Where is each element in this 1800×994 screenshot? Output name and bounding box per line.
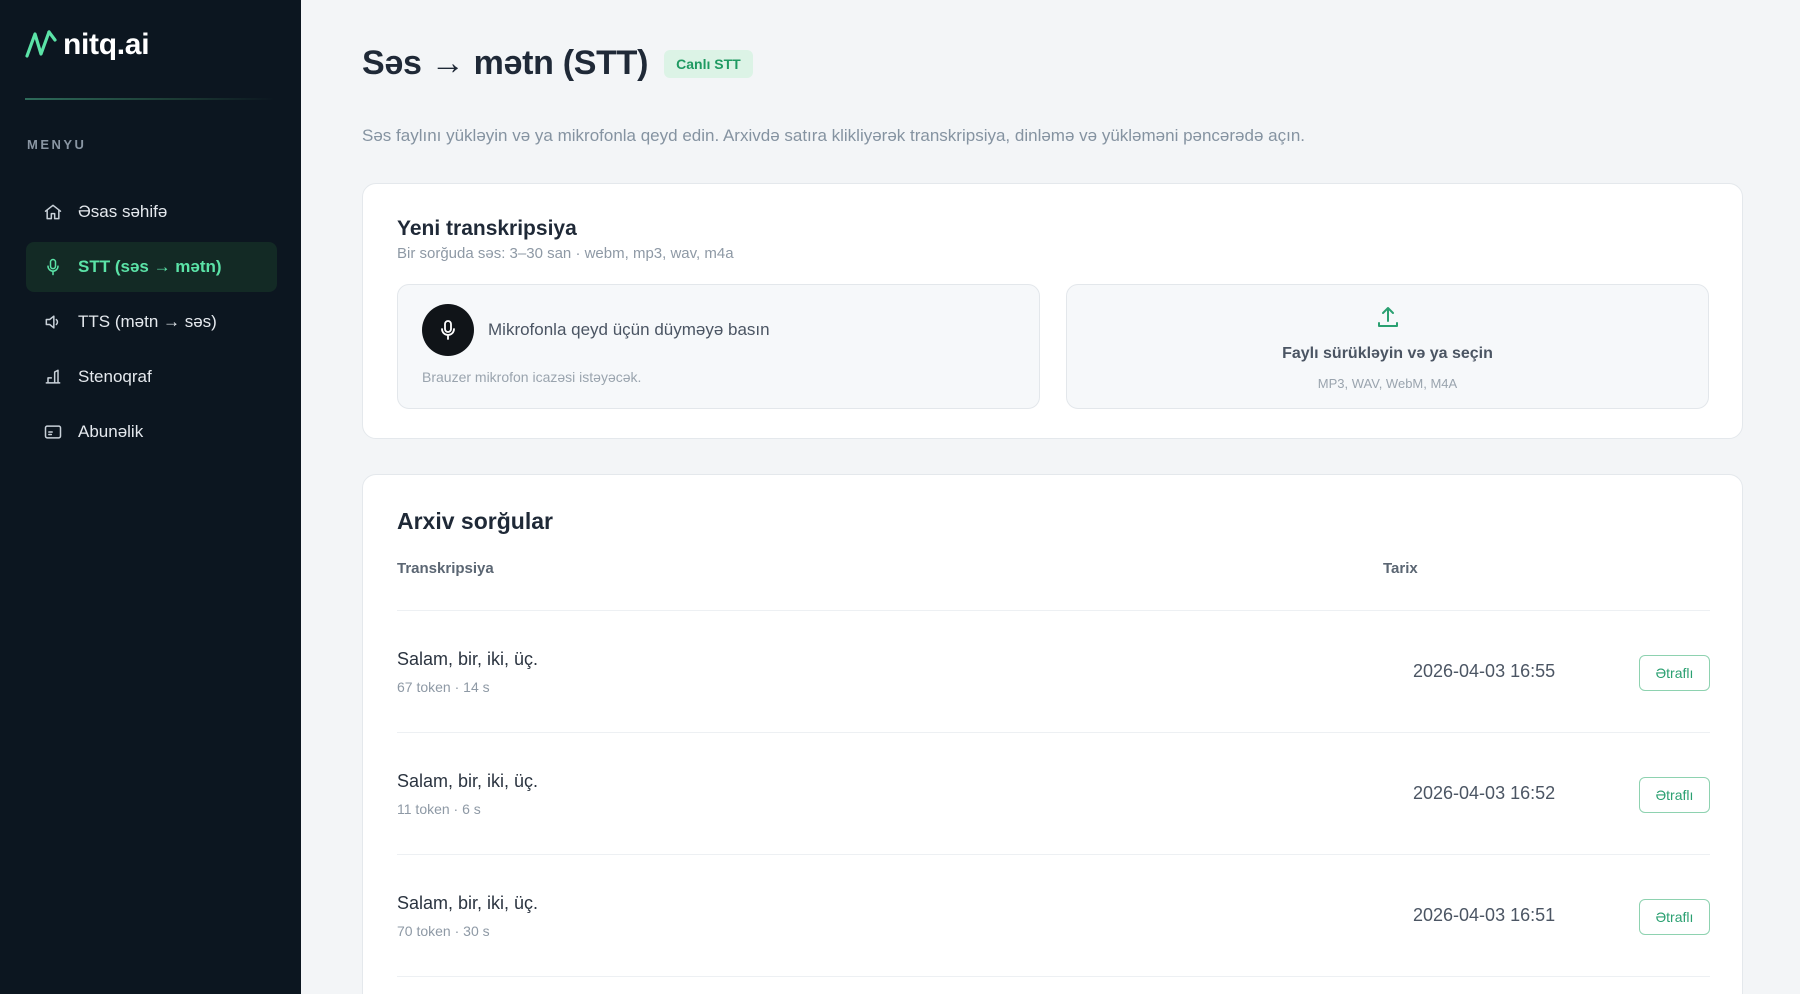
mic-permission-note: Brauzer mikrofon icazəsi istəyəcək.: [422, 369, 642, 385]
dropzone-label: Faylı sürükləyin və ya seçin: [1282, 345, 1493, 362]
app-root: nitq.ai MENYU Əsas səhifə STT (səs → mət…: [0, 0, 1800, 994]
sidebar-item-tts[interactable]: TTS (mətn → səs): [26, 297, 277, 347]
table-row[interactable]: Salam, bir, iki, üç. 67 token · 14 s 202…: [397, 611, 1710, 733]
sidebar-item-subscription[interactable]: Abunəlik: [26, 407, 277, 457]
column-header-transcription: Transkripsiya: [397, 560, 494, 577]
details-button[interactable]: Ətraflı: [1639, 899, 1710, 935]
details-button[interactable]: Ətraflı: [1639, 655, 1710, 691]
details-button[interactable]: Ətraflı: [1639, 777, 1710, 813]
sidebar: nitq.ai MENYU Əsas səhifə STT (səs → mət…: [0, 0, 301, 994]
main-content: Səs → mətn (STT) Canlı STT Səs faylını y…: [301, 0, 1800, 994]
sidebar-item-stenograph[interactable]: Stenoqraf: [26, 352, 277, 402]
subscription-card-icon: [42, 421, 64, 443]
table-row[interactable]: Salam, bir, iki, üç. 11 token · 6 s 2026…: [397, 733, 1710, 855]
sidebar-item-label: Əsas səhifə: [78, 202, 168, 221]
file-dropzone[interactable]: Faylı sürükləyin və ya seçin MP3, WAV, W…: [1066, 284, 1709, 409]
row-date: 2026-04-03 16:52: [1413, 783, 1556, 803]
sidebar-divider: [25, 98, 275, 100]
wave-logo-icon: [25, 30, 57, 58]
page-header: Səs → mətn (STT) Canlı STT: [362, 44, 753, 83]
page-title: Səs → mətn (STT): [362, 44, 649, 82]
microphone-icon: [441, 320, 455, 340]
mic-record-panel: Mikrofonla qeyd üçün düyməyə basın Brauz…: [397, 284, 1040, 409]
sidebar-item-label: Abunəlik: [78, 422, 144, 441]
card-title: Yeni transkripsiya: [397, 217, 577, 240]
row-transcription: Salam, bir, iki, üç.: [397, 649, 539, 669]
archive-card: Arxiv sorğular Transkripsiya Tarix Salam…: [362, 474, 1743, 994]
mic-record-button[interactable]: [422, 304, 474, 356]
sidebar-nav: Əsas səhifə STT (səs → mətn) TTS (mətn →…: [26, 187, 277, 462]
brand-name: nitq.ai: [63, 28, 150, 61]
speaker-icon: [42, 311, 64, 333]
dropzone-formats: MP3, WAV, WebM, M4A: [1317, 376, 1458, 391]
row-meta: 70 token · 30 s: [397, 923, 490, 939]
row-meta: 67 token · 14 s: [397, 679, 490, 695]
status-badge: Canlı STT: [664, 49, 753, 78]
sidebar-item-label: TTS (mətn → səs): [78, 312, 217, 331]
mic-record-label: Mikrofonla qeyd üçün düyməyə basın: [488, 320, 770, 339]
microphone-icon: [42, 256, 64, 278]
row-transcription: Salam, bir, iki, üç.: [397, 893, 539, 913]
sidebar-item-label: Stenoqraf: [78, 367, 152, 386]
row-transcription: Salam, bir, iki, üç.: [397, 771, 539, 791]
column-header-date: Tarix: [1383, 560, 1418, 577]
card-hint: Bir sorğuda səs: 3–30 san · webm, mp3, w…: [397, 245, 734, 262]
sidebar-item-home[interactable]: Əsas səhifə: [26, 187, 277, 237]
page-subtitle: Səs faylını yükləyin və ya mikrofonla qe…: [362, 126, 1305, 145]
row-date: 2026-04-03 16:55: [1413, 661, 1556, 681]
card-title: Arxiv sorğular: [397, 508, 553, 534]
home-icon: [42, 201, 64, 223]
table-row[interactable]: Salam, bir, iki, üç. 70 token · 30 s 202…: [397, 855, 1710, 977]
row-meta: 11 token · 6 s: [397, 801, 481, 817]
sidebar-item-label: STT (səs → mətn): [78, 257, 222, 276]
brand-logo[interactable]: nitq.ai: [25, 28, 150, 62]
menu-heading: MENYU: [27, 137, 87, 152]
stenograph-icon: [42, 366, 64, 388]
upload-icon: [1377, 307, 1398, 327]
row-date: 2026-04-03 16:51: [1413, 905, 1556, 925]
new-transcription-card: Yeni transkripsiya Bir sorğuda səs: 3–30…: [362, 183, 1743, 439]
sidebar-item-stt[interactable]: STT (səs → mətn): [26, 242, 277, 292]
